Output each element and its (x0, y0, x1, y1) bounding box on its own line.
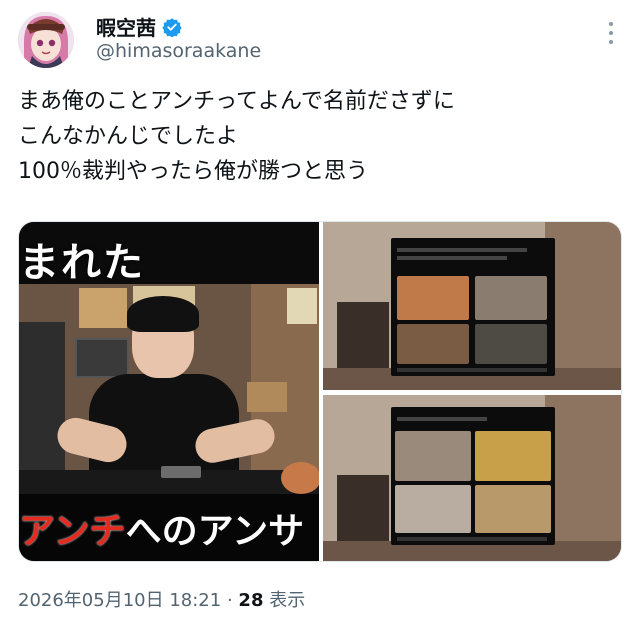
author-handle[interactable]: @himasoraakane (96, 40, 261, 62)
meta-separator: · (226, 590, 233, 611)
tweet-text-line: 100％裁判やったら俺が勝つと思う (18, 159, 368, 184)
photo-person-hair (127, 296, 199, 332)
avatar[interactable] (18, 12, 74, 68)
food-image (475, 276, 547, 320)
screen-text-bar (397, 417, 487, 421)
screen-meta-bar (397, 368, 547, 372)
screen-text-bar (397, 256, 507, 260)
photo-fridge (19, 322, 65, 482)
views-label: 表示 (269, 590, 306, 611)
photo-door (545, 395, 621, 561)
timestamp[interactable]: 2026年05月10日 18:21 (18, 590, 221, 611)
caption-white-text: へのアンサ (125, 511, 305, 552)
tweet-text-line: こんなかんじでしたよ (18, 124, 239, 149)
anime-avatar-icon (18, 12, 74, 68)
more-dot (609, 22, 613, 26)
photo-poster (79, 288, 127, 328)
food-image (395, 485, 471, 533)
media-grid: まれた アンチへのアンサ (18, 221, 622, 562)
media-photo-screen-food-2[interactable] (323, 395, 621, 561)
screen-meta-bar (397, 537, 547, 541)
verified-badge-icon (162, 17, 182, 37)
photo-shelf (247, 382, 287, 412)
photo-poster (287, 288, 317, 324)
food-image (397, 324, 469, 364)
photo-phone (161, 466, 201, 478)
tweet-text-line: まあ俺のことアンチってよんで名前ださずに (18, 89, 455, 114)
tweet-meta: 2026年05月10日 18:21 · 28 表示 (18, 586, 305, 612)
media-photo-screen-food-1[interactable] (323, 222, 621, 390)
more-options-icon[interactable] (604, 22, 618, 44)
media-photo-video-still[interactable]: まれた アンチへのアンサ (19, 222, 319, 561)
food-image (475, 485, 551, 533)
photo-screen (391, 238, 555, 376)
food-image (395, 431, 471, 481)
photo-screen (391, 407, 555, 545)
photo-door (545, 222, 621, 390)
video-caption-bottom: アンチへのアンサ (19, 502, 304, 554)
food-image (475, 324, 547, 364)
caption-red-text: アンチ (19, 511, 126, 552)
food-image (475, 431, 551, 481)
views-count[interactable]: 28 (238, 590, 263, 611)
more-dot (609, 40, 613, 44)
photo-microwave (75, 338, 129, 378)
video-caption-top: まれた (19, 240, 145, 286)
author-name-row: 暇空茜 (96, 12, 182, 41)
tweet: 暇空茜 @himasoraakane まあ俺のことアンチってよんで名前ださずに … (0, 0, 640, 624)
screen-text-bar (397, 248, 527, 252)
tweet-text: まあ俺のことアンチってよんで名前ださずに こんなかんじでしたよ 100％裁判やっ… (18, 84, 622, 189)
more-dot (609, 31, 613, 35)
food-image (397, 276, 469, 320)
display-name[interactable]: 暇空茜 (96, 12, 156, 41)
photo-bread (281, 462, 319, 494)
